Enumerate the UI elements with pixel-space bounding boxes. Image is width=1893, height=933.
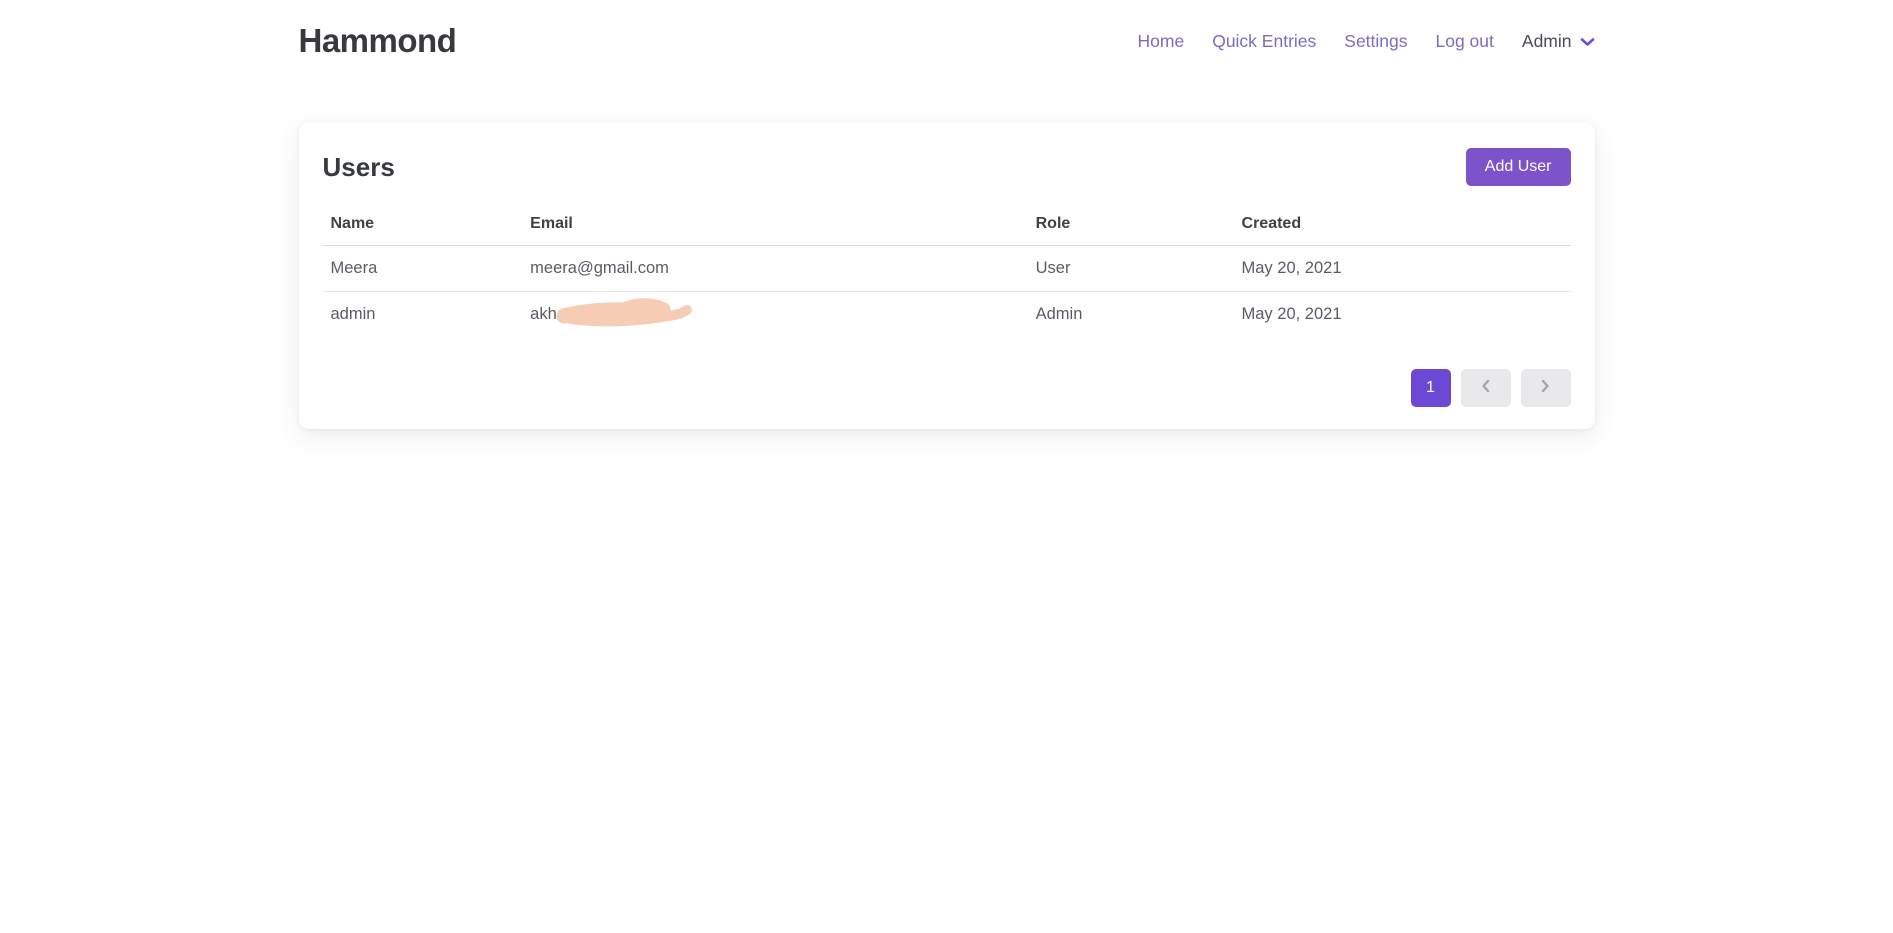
users-card: Users Add User Name Email Role Created M… bbox=[299, 122, 1595, 429]
nav-user-menu[interactable]: Admin bbox=[1522, 31, 1595, 52]
redacted-email-text: akh bbox=[530, 305, 557, 323]
users-table: Name Email Role Created Meera meera@gmai… bbox=[323, 206, 1571, 337]
cell-role: Admin bbox=[1028, 292, 1234, 338]
column-header-role: Role bbox=[1028, 206, 1234, 246]
column-header-created: Created bbox=[1234, 206, 1571, 246]
cell-email: meera@gmail.com bbox=[522, 246, 1027, 292]
nav-home[interactable]: Home bbox=[1138, 31, 1185, 52]
nav-settings[interactable]: Settings bbox=[1344, 31, 1407, 52]
nav-user-label: Admin bbox=[1522, 31, 1572, 52]
nav-quick-entries[interactable]: Quick Entries bbox=[1212, 31, 1316, 52]
cell-created: May 20, 2021 bbox=[1234, 292, 1571, 338]
redaction-scribble bbox=[556, 297, 696, 329]
chevron-right-icon bbox=[1541, 379, 1550, 398]
prev-page-button[interactable] bbox=[1461, 369, 1511, 407]
chevron-left-icon bbox=[1481, 379, 1490, 398]
table-header-row: Name Email Role Created bbox=[323, 206, 1571, 246]
app-header: Hammond Home Quick Entries Settings Log … bbox=[0, 0, 1893, 78]
cell-email: akh bbox=[522, 292, 1027, 338]
add-user-button[interactable]: Add User bbox=[1466, 148, 1571, 186]
nav-logout[interactable]: Log out bbox=[1436, 31, 1494, 52]
main-nav: Home Quick Entries Settings Log out Admi… bbox=[1138, 31, 1595, 52]
next-page-button[interactable] bbox=[1521, 369, 1571, 407]
column-header-email: Email bbox=[522, 206, 1027, 246]
pagination: 1 bbox=[323, 369, 1571, 407]
chevron-down-icon bbox=[1580, 31, 1595, 52]
table-row: admin akh Admin May 20, 2021 bbox=[323, 292, 1571, 338]
brand-logo[interactable]: Hammond bbox=[299, 22, 457, 60]
cell-role: User bbox=[1028, 246, 1234, 292]
page-title: Users bbox=[323, 152, 395, 183]
cell-created: May 20, 2021 bbox=[1234, 246, 1571, 292]
column-header-name: Name bbox=[323, 206, 523, 246]
table-row: Meera meera@gmail.com User May 20, 2021 bbox=[323, 246, 1571, 292]
cell-name: Meera bbox=[323, 246, 523, 292]
page-1-button[interactable]: 1 bbox=[1411, 369, 1451, 407]
cell-name: admin bbox=[323, 292, 523, 338]
